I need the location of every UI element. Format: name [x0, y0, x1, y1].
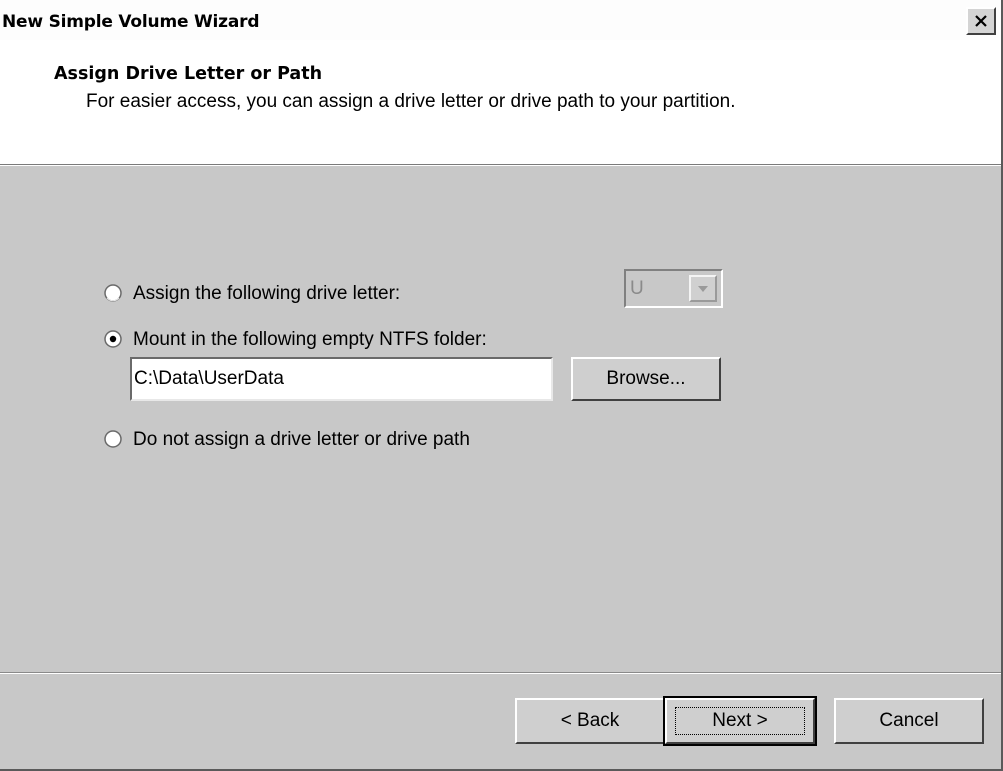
cancel-button[interactable]: Cancel: [834, 698, 984, 744]
radio-do-not-assign[interactable]: [104, 430, 122, 448]
close-button[interactable]: [966, 7, 996, 35]
page-title: Assign Drive Letter or Path: [54, 64, 323, 84]
chevron-down-icon: [698, 286, 708, 292]
back-button[interactable]: < Back: [515, 698, 665, 744]
radio-assign-drive-letter[interactable]: [104, 284, 122, 302]
window-title: New Simple Volume Wizard: [2, 12, 260, 32]
radio-mount-ntfs-folder[interactable]: [104, 330, 122, 348]
next-button[interactable]: Next >: [663, 696, 817, 746]
assign-drive-letter-label[interactable]: Assign the following drive letter:: [133, 283, 400, 305]
folder-path-input[interactable]: [130, 357, 553, 401]
footer-separator: [0, 672, 1001, 674]
title-bar[interactable]: New Simple Volume Wizard: [0, 0, 1001, 40]
focus-indicator: [675, 707, 805, 735]
mount-ntfs-folder-label[interactable]: Mount in the following empty NTFS folder…: [133, 329, 487, 351]
wizard-header: Assign Drive Letter or Path For easier a…: [0, 40, 1001, 165]
drive-letter-value: U: [630, 278, 644, 299]
do-not-assign-label[interactable]: Do not assign a drive letter or drive pa…: [133, 429, 470, 451]
close-icon: [975, 15, 987, 27]
page-subtitle: For easier access, you can assign a driv…: [86, 91, 736, 112]
browse-button[interactable]: Browse...: [571, 357, 721, 401]
wizard-window: New Simple Volume Wizard Assign Drive Le…: [0, 0, 1003, 771]
dropdown-button[interactable]: [689, 275, 717, 302]
drive-letter-select[interactable]: U: [624, 269, 723, 308]
